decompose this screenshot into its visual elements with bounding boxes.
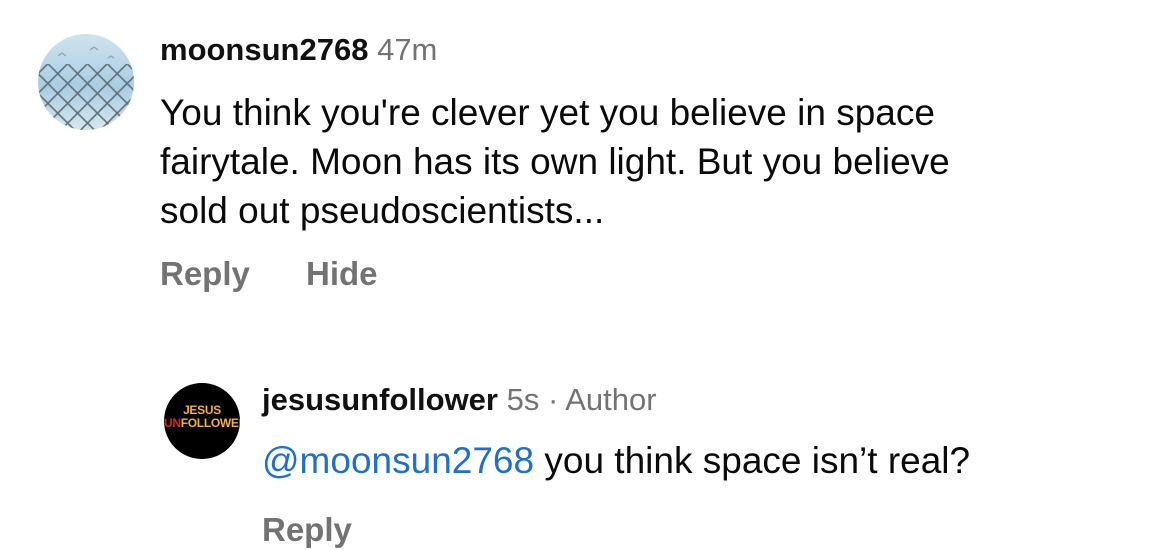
reply-username[interactable]: jesusunfollower xyxy=(262,382,498,417)
avatar-logo-prefix: UN xyxy=(164,416,181,430)
avatar-jesusunfollower[interactable]: JESUS UNFOLLOWER xyxy=(164,383,240,459)
avatar-logo-rest: FOLLOWER xyxy=(180,416,240,430)
comment-text-line: You think you're clever yet you believe … xyxy=(160,92,935,133)
comment-header: moonsun2768 47m xyxy=(160,30,437,70)
comment-reply-button[interactable]: Reply xyxy=(160,254,250,294)
author-badge: Author xyxy=(565,382,657,417)
comment-hide-button[interactable]: Hide xyxy=(306,254,378,294)
reply-text: @moonsun2768 you think space isn’t real? xyxy=(262,436,970,485)
comment-text: You think you're clever yet you believe … xyxy=(160,88,950,235)
reply-reply-button[interactable]: Reply xyxy=(262,510,352,550)
chain-link-fence-icon xyxy=(38,34,134,130)
reply-mention-link[interactable]: @moonsun2768 xyxy=(262,440,534,481)
reply-text-body: you think space isn’t real? xyxy=(534,440,971,481)
comment-text-line: sold out pseudoscientists... xyxy=(160,190,605,231)
reply-header: jesusunfollower 5s · Author xyxy=(262,380,657,420)
comment-timestamp: 47m xyxy=(377,32,438,67)
comment-text-line: fairytale. Moon has its own light. But y… xyxy=(160,141,950,182)
comment-username[interactable]: moonsun2768 xyxy=(160,32,368,67)
reply-separator: · xyxy=(547,382,559,417)
avatar-logo-text: JESUS UNFOLLOWER xyxy=(164,404,240,430)
avatar-moonsun2768[interactable] xyxy=(38,34,134,130)
reply-timestamp: 5s xyxy=(506,382,540,417)
avatar-logo-line2: UNFOLLOWER xyxy=(164,417,240,430)
